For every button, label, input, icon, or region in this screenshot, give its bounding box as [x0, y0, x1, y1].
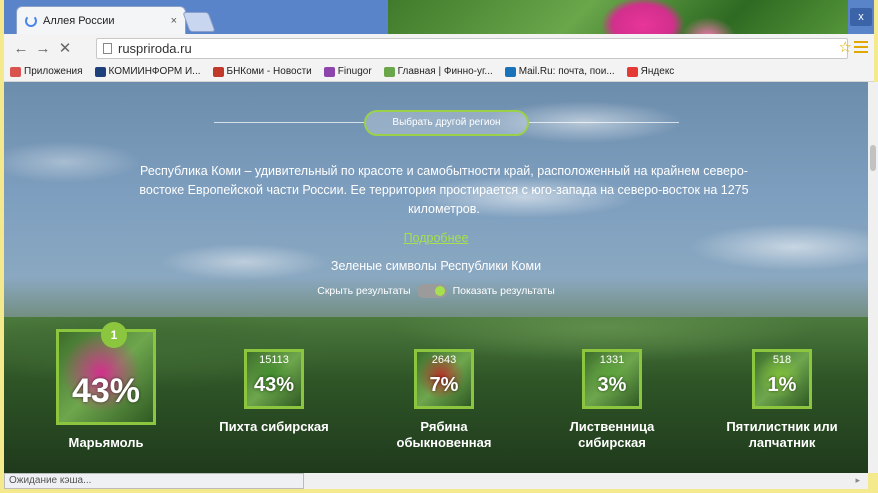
bookmark-label: КОМИИНФОРМ И... — [108, 66, 201, 77]
symbol-card[interactable]: 43% Марьямоль — [16, 329, 196, 451]
bookmark-item[interactable]: Яндекс — [626, 66, 675, 77]
vote-count: 518 — [772, 354, 792, 366]
tab-active[interactable]: Аллея России × — [16, 6, 186, 34]
symbol-name: Марьямоль — [68, 435, 144, 450]
bookmark-star-icon[interactable]: ☆ — [839, 38, 852, 56]
symbol-card[interactable]: 1331 3% Лиственница сибирская — [542, 349, 682, 451]
bookmark-label: Finugor — [337, 66, 372, 77]
yandex-icon — [626, 66, 638, 77]
symbol-thumbnail[interactable]: 518 1% — [752, 349, 812, 409]
bookmark-item[interactable]: КОМИИНФОРМ И... — [94, 66, 201, 77]
new-tab-button[interactable] — [182, 12, 216, 32]
back-arrow-icon[interactable]: ← — [10, 40, 32, 57]
symbol-name: Пихта сибирская — [219, 419, 329, 434]
bookmark-label: Яндекс — [640, 66, 675, 77]
scroll-right-icon[interactable]: ▸ — [855, 475, 860, 486]
tab-close-icon[interactable]: × — [171, 15, 177, 27]
navigation-toolbar: ← → ✕ rusprirodа.ru ☆ — [4, 34, 874, 62]
loading-spinner-icon — [25, 14, 37, 27]
symbol-name: Рябина обыкновенная — [396, 419, 492, 450]
scrollbar-thumb[interactable] — [870, 145, 876, 171]
finno-icon — [383, 66, 395, 77]
vote-count: 2643 — [431, 354, 457, 366]
symbol-name: Пятилистник или лапчатник — [726, 419, 838, 450]
finugor-icon — [323, 66, 335, 77]
region-description: Республика Коми – удивительный по красот… — [139, 164, 749, 216]
vote-percent: 43% — [253, 374, 295, 396]
bookmark-label: Приложения — [24, 66, 83, 77]
symbol-card[interactable]: 15113 43% Пихта сибирская — [204, 349, 344, 435]
stop-loading-icon[interactable]: ✕ — [54, 39, 76, 57]
symbols-title: Зеленые символы Республики Коми — [330, 259, 542, 273]
mail-icon — [504, 66, 516, 77]
address-bar[interactable]: rusprirodа.ru — [96, 38, 848, 59]
vote-count: 15113 — [259, 354, 289, 366]
divider-right — [529, 122, 679, 123]
vertical-scrollbar[interactable] — [868, 82, 878, 473]
vote-percent: 1% — [767, 374, 797, 396]
more-link[interactable]: Подробнее — [4, 231, 868, 245]
results-toggle-row: Скрыть результаты Показать результаты — [4, 284, 868, 298]
bookmark-item[interactable]: Приложения — [10, 66, 83, 77]
hide-results-label: Скрыть результаты — [317, 285, 411, 297]
vote-percent: 43% — [71, 372, 141, 410]
bookmark-label: Mail.Ru: почта, пои... — [518, 66, 615, 77]
page-content: Выбрать другой регион Республика Коми – … — [4, 82, 868, 473]
bookmark-label: БНКоми - Новости — [226, 66, 312, 77]
bookmark-item[interactable]: БНКоми - Новости — [212, 66, 312, 77]
window-close-button[interactable]: x — [850, 8, 872, 26]
vote-count: 1331 — [599, 354, 625, 366]
symbol-thumbnail[interactable]: 1331 3% — [582, 349, 642, 409]
divider-left — [214, 122, 364, 123]
symbol-thumbnail[interactable]: 15113 43% — [244, 349, 304, 409]
tab-title: Аллея России — [43, 14, 115, 27]
vote-percent: 7% — [429, 374, 459, 396]
show-results-label: Показать результаты — [452, 285, 555, 297]
choose-region-button[interactable]: Выбрать другой регион — [364, 110, 529, 136]
horizontal-scrollbar[interactable]: ▸ — [304, 473, 868, 489]
bookmark-item[interactable]: Finugor — [323, 66, 372, 77]
page-icon — [103, 43, 112, 54]
status-bar: Ожидание кэша... — [4, 473, 304, 489]
leader-badge: 1 — [101, 322, 127, 348]
symbol-card[interactable]: 2643 7% Рябина обыкновенная — [374, 349, 514, 451]
results-toggle[interactable] — [416, 284, 447, 298]
symbol-thumbnail[interactable]: 2643 7% — [414, 349, 474, 409]
apps-icon — [10, 66, 21, 77]
komiinform-icon — [94, 66, 106, 77]
vote-percent: 3% — [597, 374, 627, 396]
url-text: rusprirodа.ru — [118, 41, 192, 56]
symbol-card[interactable]: 518 1% Пятилистник или лапчатник — [712, 349, 852, 451]
forward-arrow-icon[interactable]: → — [32, 40, 54, 57]
bnkomi-icon — [212, 66, 224, 77]
menu-icon[interactable] — [854, 41, 868, 53]
bookmark-label: Главная | Финно-уг... — [397, 66, 493, 77]
symbol-name: Лиственница сибирская — [569, 419, 655, 450]
bookmark-item[interactable]: Mail.Ru: почта, пои... — [504, 66, 615, 77]
bookmarks-bar: Приложения КОМИИНФОРМ И... БНКоми - Новост… — [4, 62, 874, 82]
bookmark-item[interactable]: Главная | Финно-уг... — [383, 66, 493, 77]
